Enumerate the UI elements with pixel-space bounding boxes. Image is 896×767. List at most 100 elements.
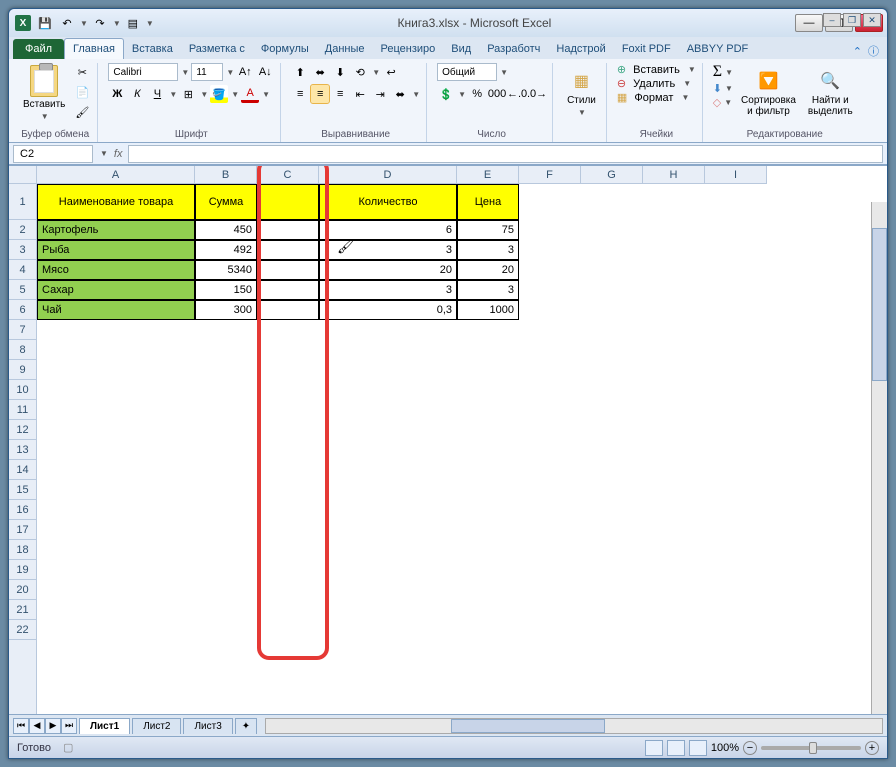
tab-data[interactable]: Данные bbox=[317, 39, 373, 59]
col-header-I[interactable]: I bbox=[705, 166, 767, 183]
sheet-nav-next[interactable]: ▶ bbox=[45, 718, 61, 734]
indent-inc-icon[interactable]: ⇥ bbox=[371, 85, 389, 103]
v-scroll-thumb[interactable] bbox=[872, 228, 887, 382]
merge-icon[interactable]: ⬌ bbox=[391, 85, 409, 103]
grow-font-icon[interactable]: A↑ bbox=[236, 63, 254, 81]
cell-C2[interactable] bbox=[257, 220, 319, 240]
cell-A5[interactable]: Сахар bbox=[37, 280, 195, 300]
italic-icon[interactable]: К bbox=[128, 85, 146, 103]
tab-foxit[interactable]: Foxit PDF bbox=[614, 39, 679, 59]
row-header-4[interactable]: 4 bbox=[9, 260, 36, 280]
cell-B3[interactable]: 492 bbox=[195, 240, 257, 260]
cell-C6[interactable] bbox=[257, 300, 319, 320]
cut-icon[interactable]: ✂ bbox=[73, 63, 91, 81]
sheet-nav-first[interactable]: ⏮ bbox=[13, 718, 29, 734]
cell-E2[interactable]: 75 bbox=[457, 220, 519, 240]
row-header-5[interactable]: 5 bbox=[9, 280, 36, 300]
new-sheet-button[interactable]: ✦ bbox=[235, 718, 257, 734]
row-header-8[interactable]: 8 bbox=[9, 340, 36, 360]
cell-A2[interactable]: Картофель bbox=[37, 220, 195, 240]
cell-E6[interactable]: 1000 bbox=[457, 300, 519, 320]
zoom-level[interactable]: 100% bbox=[711, 742, 739, 754]
cell-C4[interactable] bbox=[257, 260, 319, 280]
sheet-tab-2[interactable]: Лист2 bbox=[132, 718, 181, 734]
spreadsheet-grid[interactable]: ABCDEFGHI 123456789101112131415161718192… bbox=[9, 165, 887, 714]
sheet-nav-prev[interactable]: ◀ bbox=[29, 718, 45, 734]
row-header-2[interactable]: 2 bbox=[9, 220, 36, 240]
tab-abbyy[interactable]: ABBYY PDF bbox=[679, 39, 757, 59]
cell-C3[interactable] bbox=[257, 240, 319, 260]
file-tab[interactable]: Файл bbox=[13, 39, 64, 59]
row-header-17[interactable]: 17 bbox=[9, 520, 36, 540]
col-header-F[interactable]: F bbox=[519, 166, 581, 183]
fx-icon[interactable]: fx bbox=[114, 148, 123, 160]
insert-cells-button[interactable]: ⊕ Вставить ▼ bbox=[617, 63, 696, 76]
bold-icon[interactable]: Ж bbox=[108, 85, 126, 103]
tab-view[interactable]: Вид bbox=[443, 39, 479, 59]
tab-insert[interactable]: Вставка bbox=[124, 39, 181, 59]
wrap-text-icon[interactable]: ↩ bbox=[382, 63, 400, 81]
cell-B1[interactable]: Сумма bbox=[195, 184, 257, 220]
align-right-icon[interactable]: ≡ bbox=[331, 85, 349, 103]
row-header-18[interactable]: 18 bbox=[9, 540, 36, 560]
cell-A1[interactable]: Наименование товара bbox=[37, 184, 195, 220]
row-header-16[interactable]: 16 bbox=[9, 500, 36, 520]
view-normal-icon[interactable] bbox=[645, 740, 663, 756]
cell-D5[interactable]: 3 bbox=[319, 280, 457, 300]
cell-B6[interactable]: 300 bbox=[195, 300, 257, 320]
percent-icon[interactable]: % bbox=[468, 85, 486, 103]
row-header-9[interactable]: 9 bbox=[9, 360, 36, 380]
indent-dec-icon[interactable]: ⇤ bbox=[351, 85, 369, 103]
view-layout-icon[interactable] bbox=[667, 740, 685, 756]
col-header-G[interactable]: G bbox=[581, 166, 643, 183]
autosum-button[interactable]: Σ▼ bbox=[713, 63, 733, 81]
tab-formulas[interactable]: Формулы bbox=[253, 39, 317, 59]
cell-D4[interactable]: 20 bbox=[319, 260, 457, 280]
align-bottom-icon[interactable]: ⬇ bbox=[331, 63, 349, 81]
row-header-7[interactable]: 7 bbox=[9, 320, 36, 340]
cell-E1[interactable]: Цена bbox=[457, 184, 519, 220]
view-pagebreak-icon[interactable] bbox=[689, 740, 707, 756]
qat-customize[interactable]: ▼ bbox=[146, 19, 154, 28]
tab-home[interactable]: Главная bbox=[64, 38, 124, 59]
cells-area[interactable]: Наименование товараСуммаКоличествоЦенаКа… bbox=[37, 184, 887, 714]
sort-filter-button[interactable]: 🔽 Сортировка и фильтр bbox=[737, 63, 800, 123]
cell-E3[interactable]: 3 bbox=[457, 240, 519, 260]
row-header-12[interactable]: 12 bbox=[9, 420, 36, 440]
cell-A4[interactable]: Мясо bbox=[37, 260, 195, 280]
format-painter-icon[interactable]: 🖌 bbox=[73, 103, 91, 121]
col-header-D[interactable]: D bbox=[319, 166, 457, 183]
col-header-C[interactable]: C bbox=[257, 166, 319, 183]
fill-button[interactable]: ⬇▼ bbox=[713, 82, 733, 95]
paste-options-icon[interactable]: 🖌 bbox=[337, 238, 353, 254]
tab-addins[interactable]: Надстрой bbox=[548, 39, 613, 59]
underline-icon[interactable]: Ч bbox=[148, 85, 166, 103]
cell-B5[interactable]: 150 bbox=[195, 280, 257, 300]
font-name-combo[interactable]: Calibri bbox=[108, 63, 178, 81]
tab-layout[interactable]: Разметка с bbox=[181, 39, 253, 59]
namebox-dropdown[interactable]: ▼ bbox=[100, 149, 108, 158]
cell-A3[interactable]: Рыба bbox=[37, 240, 195, 260]
row-header-22[interactable]: 22 bbox=[9, 620, 36, 640]
redo-dropdown[interactable]: ▼ bbox=[113, 19, 121, 28]
format-cells-button[interactable]: ▦ Формат ▼ bbox=[617, 91, 690, 104]
decrease-decimal-icon[interactable]: .0→ bbox=[528, 85, 546, 103]
paste-button[interactable]: Вставить ▼ bbox=[19, 63, 69, 123]
align-left-icon[interactable]: ≡ bbox=[291, 85, 309, 103]
row-header-13[interactable]: 13 bbox=[9, 440, 36, 460]
col-header-E[interactable]: E bbox=[457, 166, 519, 183]
minimize-button[interactable]: — bbox=[795, 14, 823, 32]
row-header-11[interactable]: 11 bbox=[9, 400, 36, 420]
row-header-15[interactable]: 15 bbox=[9, 480, 36, 500]
horizontal-scrollbar[interactable] bbox=[265, 718, 883, 734]
copy-icon[interactable]: 📄 bbox=[73, 83, 91, 101]
tab-developer[interactable]: Разработч bbox=[479, 39, 548, 59]
cell-A6[interactable]: Чай bbox=[37, 300, 195, 320]
zoom-slider-thumb[interactable] bbox=[809, 742, 817, 754]
fill-color-icon[interactable]: 🪣 bbox=[210, 85, 228, 103]
sheet-nav-last[interactable]: ⏭ bbox=[61, 718, 77, 734]
row-header-1[interactable]: 1 bbox=[9, 184, 36, 220]
orientation-icon[interactable]: ⟲ bbox=[351, 63, 369, 81]
comma-icon[interactable]: 000 bbox=[488, 85, 506, 103]
sheet-tab-3[interactable]: Лист3 bbox=[183, 718, 232, 734]
